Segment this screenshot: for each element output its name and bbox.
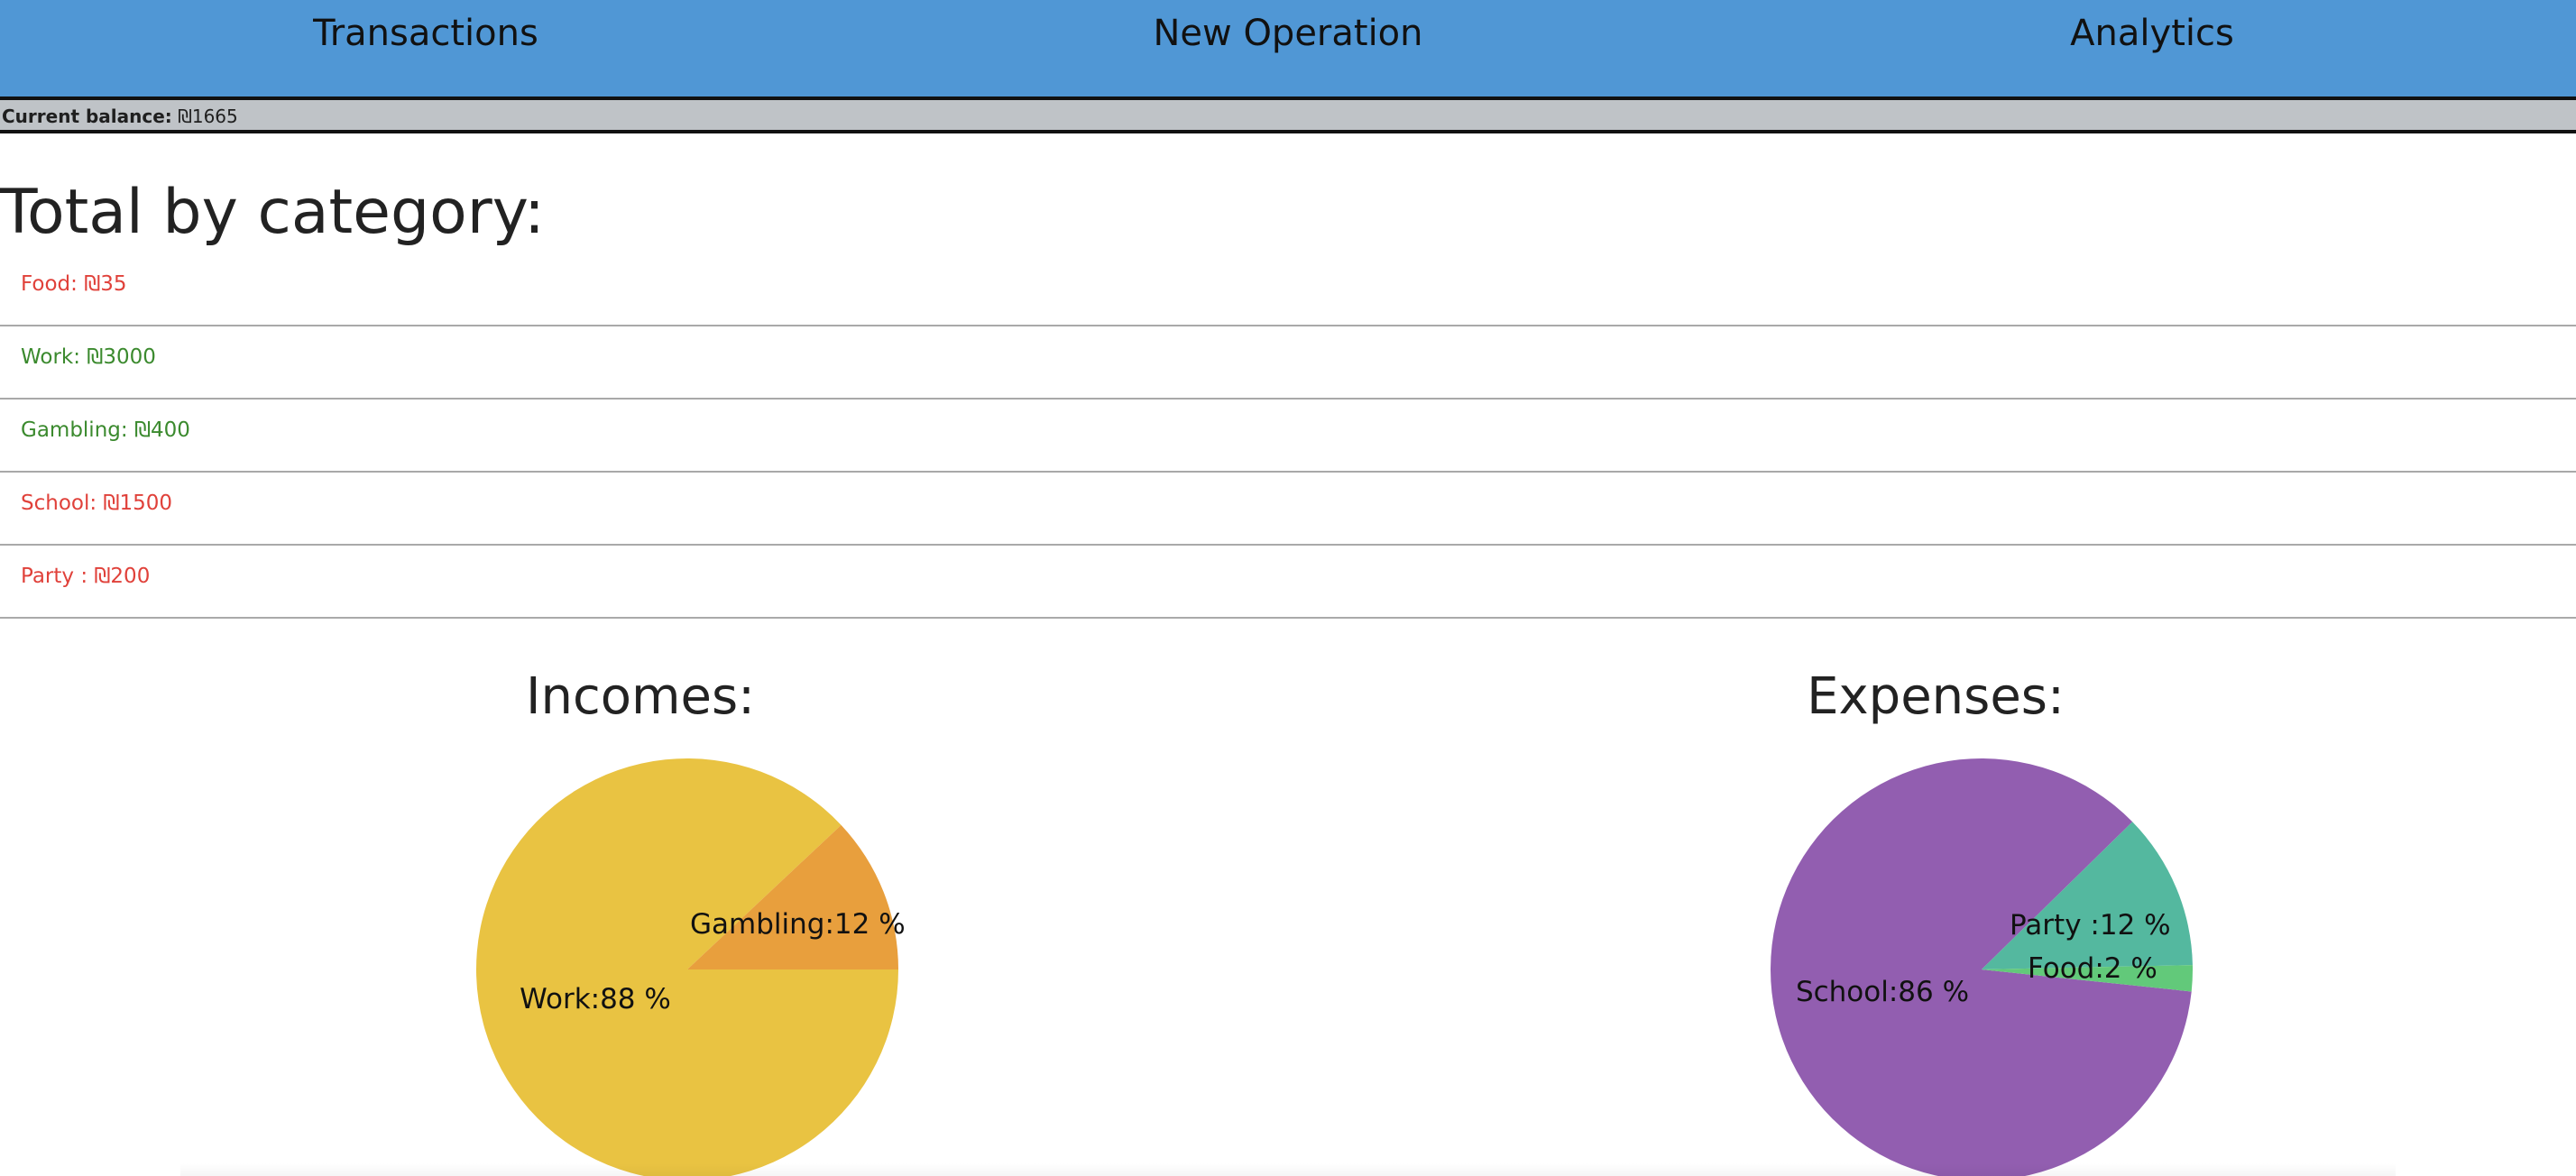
- expenses-pie-chart: School:86 % Party :12 % Food:2 %: [1771, 758, 2193, 1176]
- pie-label-school: School:86 %: [1796, 976, 1969, 1008]
- pie-label-food: Food:2 %: [2028, 952, 2157, 985]
- bottom-shadow: [180, 1163, 2396, 1176]
- pie-label-party: Party :12 %: [2010, 909, 2171, 942]
